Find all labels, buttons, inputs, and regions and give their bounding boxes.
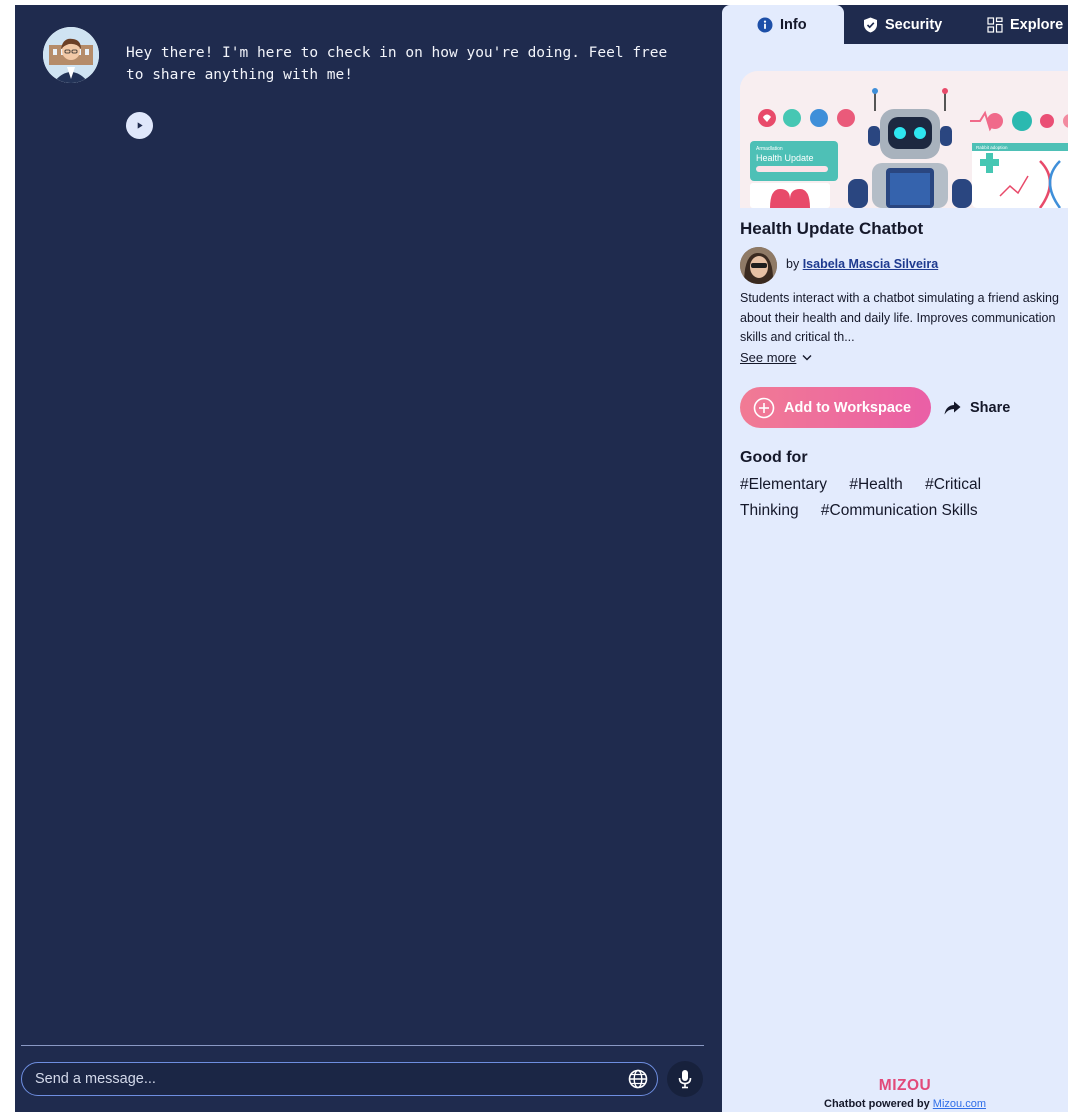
shield-icon [864,17,877,32]
tab-info-label: Info [780,16,807,33]
chatbot-cover-image: Armadlation Health Update Rabbit adoptio… [740,71,1068,208]
chat-panel: Hey there! I'm here to check in on how y… [15,5,722,1112]
author-byline: by Isabela Mascia Silveira [786,257,938,271]
good-for-heading: Good for [740,449,808,466]
cover-small-caption: Armadlation [756,146,783,152]
see-more-label: See more [740,350,797,365]
powered-prefix: Chatbot powered by [824,1098,930,1110]
bot-avatar [43,27,99,83]
tag-elementary[interactable]: #Elementary [740,476,827,493]
author-link[interactable]: Isabela Mascia Silveira [803,257,939,271]
tag-communication-skills[interactable]: #Communication Skills [821,502,978,519]
microphone-icon [678,1070,692,1089]
add-to-workspace-label: Add to Workspace [784,399,912,416]
share-label: Share [970,400,1011,416]
chatbot-title: Health Update Chatbot [740,219,924,238]
info-tabs: Info Security Explore [722,5,1068,44]
tab-security-label: Security [885,16,943,33]
language-button[interactable] [627,1068,649,1090]
play-icon [137,122,143,129]
share-button[interactable]: Share [944,396,1010,420]
share-arrow-icon [944,401,961,415]
tab-explore[interactable]: Explore [987,5,1068,44]
brand-text: MIZOU [878,1077,932,1094]
byline-prefix: by [786,257,800,271]
powered-by: Chatbot powered by Mizou.com [722,1098,1068,1110]
microphone-button[interactable] [667,1061,703,1097]
tag-list: #Elementary #Health #Critical Thinking #… [740,472,1060,524]
tab-info[interactable]: Info [722,5,844,44]
mizou-logo: MIZOU [722,1077,1068,1095]
bot-message: Hey there! I'm here to check in on how y… [126,45,668,83]
see-more-link[interactable]: See more [740,350,812,365]
chevron-down-icon [802,355,812,361]
tab-explore-label: Explore [1010,16,1064,33]
globe-icon [628,1069,648,1089]
add-to-workspace-button[interactable]: Add to Workspace [740,387,931,428]
grid-icon [987,16,1003,33]
author-avatar [740,247,777,284]
tag-health[interactable]: #Health [849,476,902,493]
cover-banner-label: Health Update [756,153,814,163]
message-input-container [21,1062,658,1096]
mizou-link[interactable]: Mizou.com [933,1098,986,1110]
chatbot-description: Students interact with a chatbot simulat… [740,291,1059,344]
info-panel: Info Security Explore Armadlation Health… [722,5,1068,1112]
plus-circle-icon [753,397,775,418]
message-input[interactable] [22,1063,627,1095]
play-audio-button[interactable] [126,112,153,139]
tab-security[interactable]: Security [863,5,981,44]
chat-divider [21,1045,704,1046]
cover-right-caption: Rabbit adoption [976,145,1008,150]
info-icon [757,17,773,32]
